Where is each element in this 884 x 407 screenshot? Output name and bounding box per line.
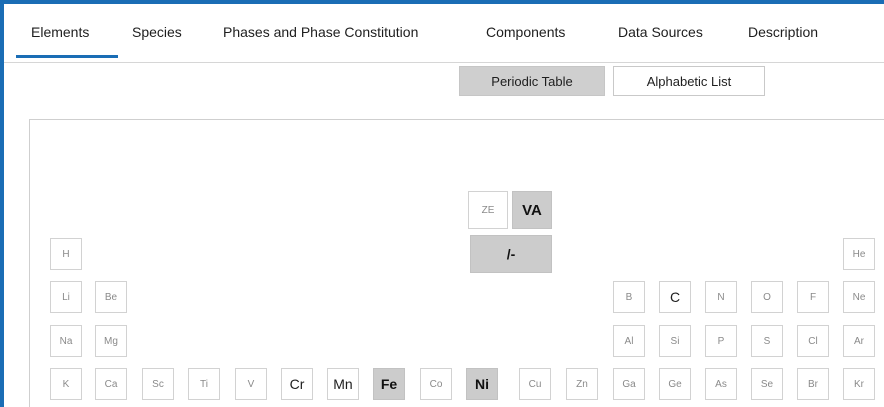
element-p[interactable]: P (705, 325, 737, 357)
element-n[interactable]: N (705, 281, 737, 313)
tab-components[interactable]: Components (486, 24, 565, 40)
element-ti[interactable]: Ti (188, 368, 220, 400)
tab-bar: Elements Species Phases and Phase Consti… (4, 4, 884, 63)
tab-data-sources[interactable]: Data Sources (618, 24, 703, 40)
element-k[interactable]: K (50, 368, 82, 400)
element-co[interactable]: Co (420, 368, 452, 400)
element-ar[interactable]: Ar (843, 325, 875, 357)
element-mg[interactable]: Mg (95, 325, 127, 357)
element-ge[interactable]: Ge (659, 368, 691, 400)
element-h[interactable]: H (50, 238, 82, 270)
periodic-table-panel (29, 119, 884, 407)
element-kr[interactable]: Kr (843, 368, 875, 400)
element-fe[interactable]: Fe (373, 368, 405, 400)
element-as[interactable]: As (705, 368, 737, 400)
element-sc[interactable]: Sc (142, 368, 174, 400)
alphabetic-list-button[interactable]: Alphabetic List (613, 66, 765, 96)
element-cr[interactable]: Cr (281, 368, 313, 400)
element-al[interactable]: Al (613, 325, 645, 357)
element-br[interactable]: Br (797, 368, 829, 400)
element-ca[interactable]: Ca (95, 368, 127, 400)
element-cl[interactable]: Cl (797, 325, 829, 357)
periodic-table-button[interactable]: Periodic Table (459, 66, 605, 96)
element-b[interactable]: B (613, 281, 645, 313)
element-be[interactable]: Be (95, 281, 127, 313)
element-mn[interactable]: Mn (327, 368, 359, 400)
element-vacancy-charge[interactable]: /- (470, 235, 552, 273)
element-li[interactable]: Li (50, 281, 82, 313)
element-v[interactable]: V (235, 368, 267, 400)
element-cu[interactable]: Cu (519, 368, 551, 400)
element-ni[interactable]: Ni (466, 368, 498, 400)
element-ze[interactable]: ZE (468, 191, 508, 229)
element-na[interactable]: Na (50, 325, 82, 357)
element-se[interactable]: Se (751, 368, 783, 400)
tab-elements[interactable]: Elements (31, 24, 89, 40)
element-f[interactable]: F (797, 281, 829, 313)
tab-species[interactable]: Species (132, 24, 182, 40)
tab-description[interactable]: Description (748, 24, 818, 40)
active-tab-indicator (16, 55, 118, 58)
element-si[interactable]: Si (659, 325, 691, 357)
tab-phases[interactable]: Phases and Phase Constitution (223, 24, 418, 40)
element-ne[interactable]: Ne (843, 281, 875, 313)
element-he[interactable]: He (843, 238, 875, 270)
element-ga[interactable]: Ga (613, 368, 645, 400)
element-s[interactable]: S (751, 325, 783, 357)
element-c[interactable]: C (659, 281, 691, 313)
element-va[interactable]: VA (512, 191, 552, 229)
element-zn[interactable]: Zn (566, 368, 598, 400)
element-o[interactable]: O (751, 281, 783, 313)
